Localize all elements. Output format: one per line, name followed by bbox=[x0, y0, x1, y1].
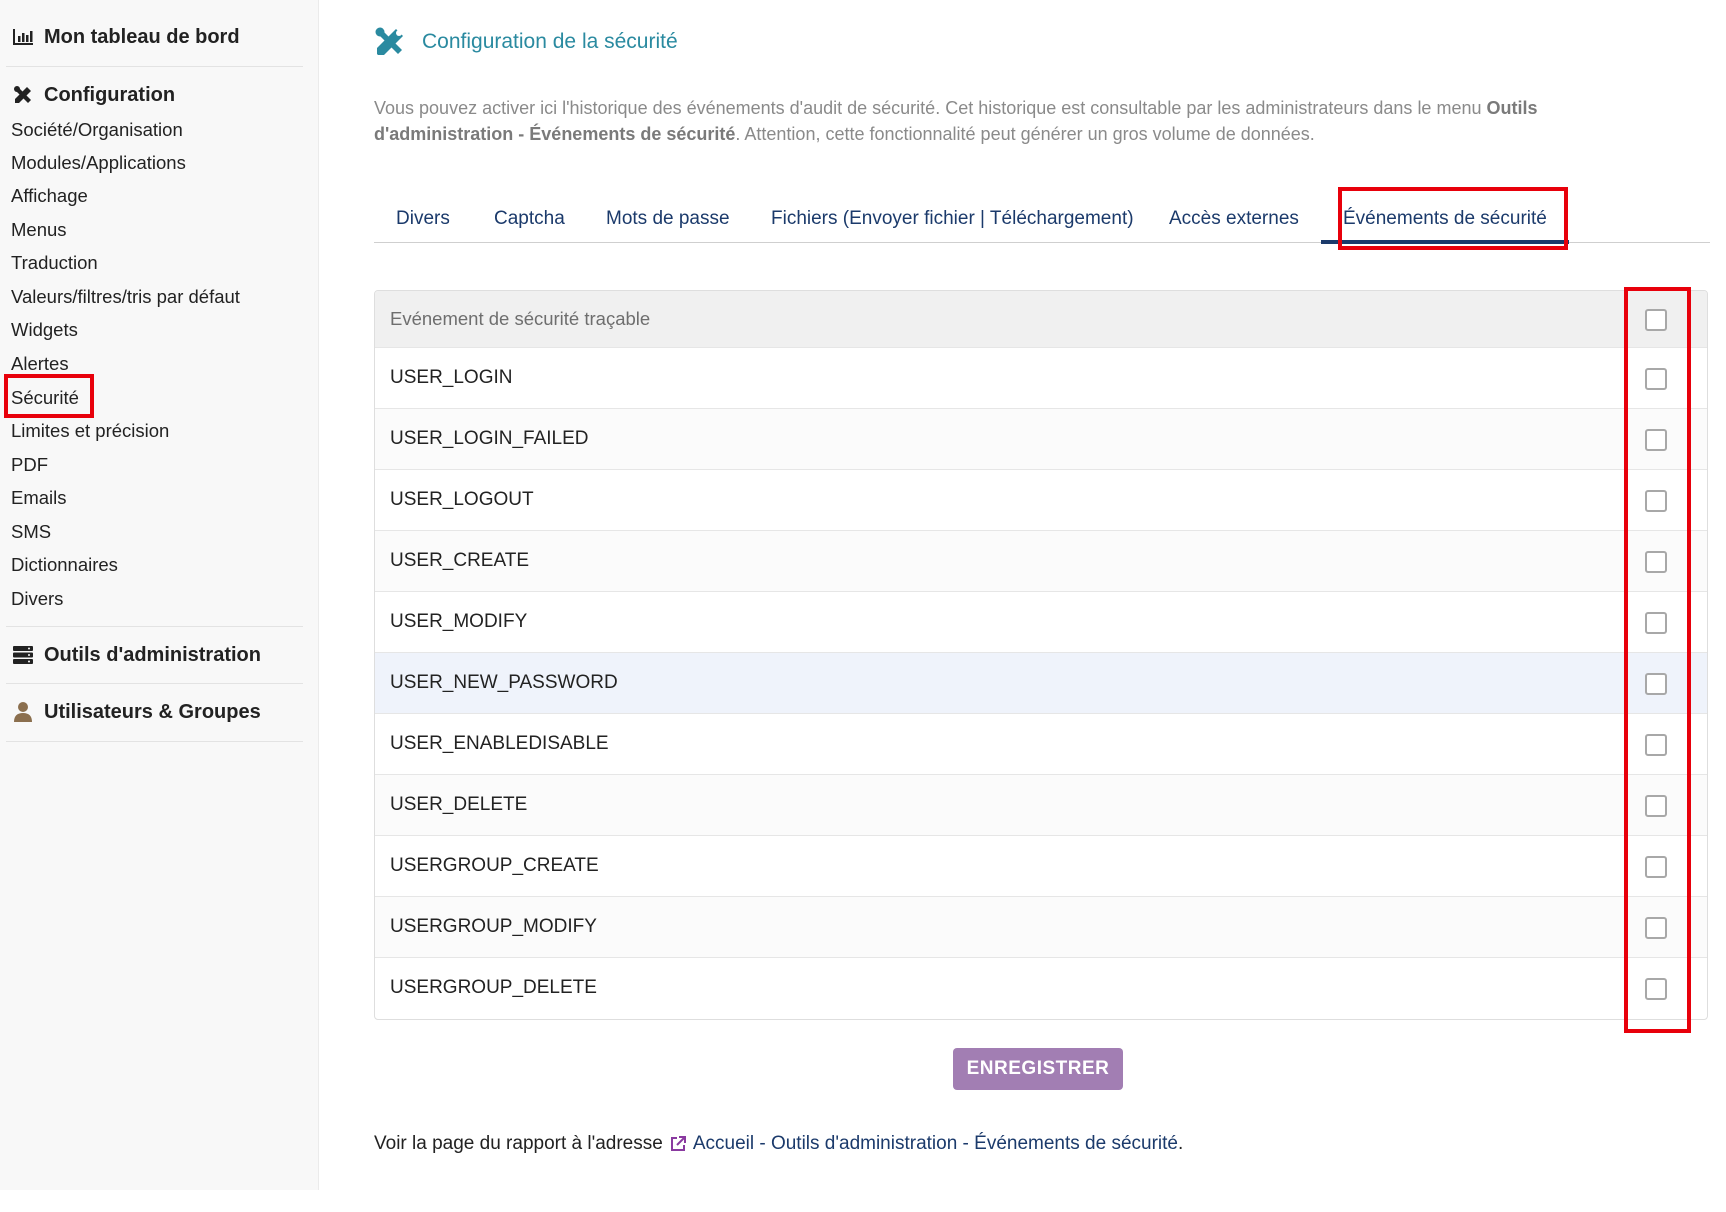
sidebar-configuration[interactable]: Configuration bbox=[12, 80, 175, 110]
sidebar-admin-tools[interactable]: Outils d'administration bbox=[12, 640, 261, 670]
event-checkbox[interactable] bbox=[1645, 734, 1667, 756]
sidebar-users-groups[interactable]: Utilisateurs & Groupes bbox=[12, 697, 261, 727]
tab-fichiers[interactable]: Fichiers (Envoyer fichier | Téléchargeme… bbox=[771, 202, 1134, 236]
event-checkbox[interactable] bbox=[1645, 856, 1667, 878]
table-row: USER_ENABLEDISABLE bbox=[375, 713, 1707, 774]
event-name: USER_LOGIN_FAILED bbox=[390, 428, 589, 449]
event-checkbox[interactable] bbox=[1645, 917, 1667, 939]
sidebar-item-dictionnaires[interactable]: Dictionnaires bbox=[11, 551, 118, 579]
save-button[interactable]: ENREGISTRER bbox=[953, 1048, 1123, 1090]
sidebar-users-groups-label: Utilisateurs & Groupes bbox=[44, 700, 261, 723]
table-row: USERGROUP_CREATE bbox=[375, 835, 1707, 896]
table-row: USER_MODIFY bbox=[375, 591, 1707, 652]
footer-suffix: . bbox=[1178, 1133, 1184, 1154]
event-name: USER_NEW_PASSWORD bbox=[390, 672, 618, 693]
event-checkbox[interactable] bbox=[1645, 673, 1667, 695]
table-row: USER_LOGOUT bbox=[375, 469, 1707, 530]
event-name: USERGROUP_DELETE bbox=[390, 977, 597, 998]
page: Mon tableau de bord Configuration Sociét… bbox=[0, 0, 1726, 1212]
event-checkbox[interactable] bbox=[1645, 795, 1667, 817]
sidebar-divider bbox=[6, 626, 303, 627]
report-link-text: Accueil - Outils d'administration - Évén… bbox=[692, 1133, 1178, 1154]
table-header-event: Evénement de sécurité traçable bbox=[390, 308, 651, 329]
sidebar-dashboard-label: Mon tableau de bord bbox=[44, 25, 240, 48]
sidebar-item-affichage[interactable]: Affichage bbox=[11, 182, 88, 210]
event-name: USER_CREATE bbox=[390, 550, 530, 571]
page-title: Configuration de la sécurité bbox=[422, 30, 678, 53]
sidebar-divider bbox=[6, 741, 303, 742]
sidebar-item-societe[interactable]: Société/Organisation bbox=[11, 116, 183, 144]
sidebar-admin-tools-label: Outils d'administration bbox=[44, 643, 261, 666]
description-warning: . Attention, cette fonctionnalité peut g… bbox=[735, 124, 1315, 144]
event-name: USER_ENABLEDISABLE bbox=[390, 733, 609, 754]
sidebar-dashboard[interactable]: Mon tableau de bord bbox=[12, 22, 240, 52]
table-row: USER_CREATE bbox=[375, 530, 1707, 591]
bar-chart-icon bbox=[12, 26, 34, 48]
page-description: Vous pouvez activer ici l'historique des… bbox=[374, 95, 1604, 147]
tab-captcha[interactable]: Captcha bbox=[494, 202, 565, 236]
table-row: USERGROUP_MODIFY bbox=[375, 896, 1707, 957]
tools-icon bbox=[375, 27, 403, 55]
tab-acces-externes[interactable]: Accès externes bbox=[1169, 202, 1299, 236]
sidebar-item-securite[interactable]: Sécurité bbox=[11, 384, 79, 412]
table-header-row: Evénement de sécurité traçable bbox=[375, 291, 1707, 347]
event-checkbox[interactable] bbox=[1645, 368, 1667, 390]
table-row: USER_LOGIN_FAILED bbox=[375, 408, 1707, 469]
sidebar-item-divers[interactable]: Divers bbox=[11, 585, 63, 613]
table-row: USER_LOGIN bbox=[375, 347, 1707, 408]
report-link[interactable]: Accueil - Outils d'administration - Évén… bbox=[663, 1133, 1178, 1155]
event-checkbox[interactable] bbox=[1645, 978, 1667, 1000]
user-icon bbox=[12, 701, 34, 723]
event-checkbox[interactable] bbox=[1645, 490, 1667, 512]
tab-bar: Divers Captcha Mots de passe Fichiers (E… bbox=[374, 190, 1710, 244]
security-events-table: Evénement de sécurité traçable USER_LOGI… bbox=[374, 290, 1708, 1020]
footer-prefix: Voir la page du rapport à l'adresse bbox=[374, 1133, 663, 1154]
select-all-checkbox[interactable] bbox=[1645, 309, 1667, 331]
event-name: USERGROUP_MODIFY bbox=[390, 916, 597, 937]
event-name: USERGROUP_CREATE bbox=[390, 855, 599, 876]
event-checkbox[interactable] bbox=[1645, 429, 1667, 451]
event-checkbox[interactable] bbox=[1645, 551, 1667, 573]
sidebar: Mon tableau de bord Configuration Sociét… bbox=[0, 0, 319, 1190]
sidebar-item-valeurs[interactable]: Valeurs/filtres/tris par défaut bbox=[11, 283, 240, 311]
sidebar-item-modules[interactable]: Modules/Applications bbox=[11, 149, 186, 177]
table-row: USER_NEW_PASSWORD bbox=[375, 652, 1707, 713]
server-icon bbox=[12, 644, 34, 666]
report-footer: Voir la page du rapport à l'adresse Accu… bbox=[374, 1133, 1183, 1155]
table-row: USERGROUP_DELETE bbox=[375, 957, 1707, 1018]
external-link-icon bbox=[670, 1136, 686, 1151]
tab-evenements-securite[interactable]: Événements de sécurité bbox=[1321, 202, 1569, 244]
tab-divers[interactable]: Divers bbox=[396, 202, 450, 236]
event-checkbox[interactable] bbox=[1645, 612, 1667, 634]
event-name: USER_DELETE bbox=[390, 794, 528, 815]
sidebar-item-menus[interactable]: Menus bbox=[11, 216, 67, 244]
description-text: Vous pouvez activer ici l'historique des… bbox=[374, 98, 1487, 118]
event-name: USER_MODIFY bbox=[390, 611, 528, 632]
sidebar-item-emails[interactable]: Emails bbox=[11, 484, 67, 512]
page-title-row: Configuration de la sécurité bbox=[374, 24, 678, 60]
sidebar-item-pdf[interactable]: PDF bbox=[11, 451, 48, 479]
sidebar-item-alertes[interactable]: Alertes bbox=[11, 350, 69, 378]
sidebar-divider bbox=[6, 66, 303, 67]
sidebar-item-sms[interactable]: SMS bbox=[11, 518, 51, 546]
event-name: USER_LOGOUT bbox=[390, 489, 534, 510]
sidebar-item-traduction[interactable]: Traduction bbox=[11, 249, 98, 277]
sidebar-divider bbox=[6, 683, 303, 684]
tab-mots-de-passe[interactable]: Mots de passe bbox=[606, 202, 730, 236]
event-name: USER_LOGIN bbox=[390, 367, 513, 388]
tools-icon bbox=[12, 84, 34, 106]
sidebar-configuration-label: Configuration bbox=[44, 83, 176, 106]
sidebar-item-limites[interactable]: Limites et précision bbox=[11, 417, 169, 445]
table-row: USER_DELETE bbox=[375, 774, 1707, 835]
sidebar-item-widgets[interactable]: Widgets bbox=[11, 316, 78, 344]
